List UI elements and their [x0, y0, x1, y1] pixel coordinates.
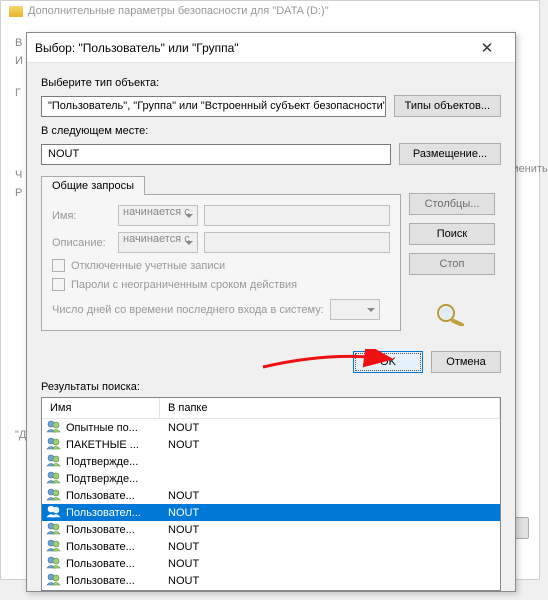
cell-folder: NOUT: [168, 422, 500, 434]
cell-folder: NOUT: [168, 524, 500, 536]
users-group-icon: [46, 487, 62, 504]
cell-folder: NOUT: [168, 558, 500, 570]
users-group-icon: [46, 453, 62, 470]
table-row[interactable]: Подтвержде...: [42, 470, 500, 487]
disabled-accounts-label: Отключенные учетные записи: [71, 260, 225, 272]
object-type-label: Выберите тип объекта:: [41, 77, 501, 89]
description-input[interactable]: [204, 232, 390, 253]
cell-name: Опытные по...: [66, 422, 164, 434]
results-grid: Имя В папке Опытные по... NOUT ПАКЕТНЫЕ …: [41, 397, 501, 591]
users-group-icon: [46, 538, 62, 555]
checkbox-icon: [52, 278, 65, 291]
stop-button[interactable]: Стоп: [409, 253, 495, 275]
folder-icon: [9, 6, 23, 17]
cell-name: Пользовате...: [66, 524, 164, 536]
object-type-field: "Пользователь", "Группа" или "Встроенный…: [41, 96, 386, 117]
users-group-icon: [46, 521, 62, 538]
cell-name: Подтвержде...: [66, 456, 164, 468]
name-input[interactable]: [204, 205, 390, 226]
cell-name: Пользовател...: [66, 507, 164, 519]
parent-titlebar: Дополнительные параметры безопасности дл…: [1, 1, 539, 21]
object-types-button[interactable]: Типы объектов...: [394, 95, 501, 117]
close-icon[interactable]: ✕: [467, 34, 507, 62]
grid-header: Имя В папке: [42, 398, 500, 419]
cell-name: Подтвержде...: [66, 473, 164, 485]
users-group-icon: [46, 555, 62, 572]
find-now-button[interactable]: Поиск: [409, 223, 495, 245]
cell-name: Пользовате...: [66, 558, 164, 570]
cell-folder: NOUT: [168, 490, 500, 502]
cell-folder: NOUT: [168, 575, 500, 587]
magnifier-icon: [409, 302, 495, 326]
checkbox-icon: [52, 259, 65, 272]
table-row[interactable]: ПАКЕТНЫЕ ... NOUT: [42, 436, 500, 453]
users-group-icon: [46, 419, 62, 436]
cell-folder: NOUT: [168, 507, 500, 519]
select-user-or-group-dialog: Выбор: "Пользователь" или "Группа" ✕ Выб…: [26, 32, 516, 592]
location-field: NOUT: [41, 144, 391, 165]
dialog-title: Выбор: "Пользователь" или "Группа": [35, 41, 467, 55]
description-match-combo[interactable]: начинается с: [118, 232, 198, 253]
cell-name: ПАКЕТНЫЕ ...: [66, 439, 164, 451]
description-field-label: Описание:: [52, 237, 112, 249]
table-row[interactable]: Пользовате... NOUT: [42, 487, 500, 504]
tab-body: Имя: начинается с Описание: начинается с…: [41, 194, 401, 331]
columns-button[interactable]: Столбцы...: [409, 193, 495, 215]
table-row[interactable]: Пользовате... NOUT: [42, 538, 500, 555]
cancel-button[interactable]: Отмена: [431, 351, 501, 373]
column-header-name[interactable]: Имя: [42, 398, 160, 418]
non-expiring-label: Пароли с неограниченным сроком действия: [71, 279, 297, 291]
table-row[interactable]: Пользовате... NOUT: [42, 555, 500, 572]
users-group-icon: [46, 572, 62, 589]
days-since-label: Число дней со времени последнего входа в…: [52, 304, 324, 316]
tab-common-queries[interactable]: Общие запросы: [41, 176, 145, 195]
table-row[interactable]: Подтвержде...: [42, 453, 500, 470]
column-header-folder[interactable]: В папке: [160, 398, 500, 418]
non-expiring-row[interactable]: Пароли с неограниченным сроком действия: [52, 278, 390, 291]
disabled-accounts-row[interactable]: Отключенные учетные записи: [52, 259, 390, 272]
table-row[interactable]: Пользовате... NOUT: [42, 572, 500, 589]
table-row[interactable]: Опытные по... NOUT: [42, 419, 500, 436]
locations-button[interactable]: Размещение...: [399, 143, 501, 165]
users-group-icon: [46, 504, 62, 521]
days-combo[interactable]: [330, 299, 380, 320]
users-group-icon: [46, 470, 62, 487]
table-row[interactable]: Пользовател... NOUT: [42, 504, 500, 521]
name-match-combo[interactable]: начинается с: [118, 205, 198, 226]
parent-window-title: Дополнительные параметры безопасности дл…: [28, 5, 329, 17]
dialog-titlebar[interactable]: Выбор: "Пользователь" или "Группа" ✕: [27, 33, 515, 63]
results-label: Результаты поиска:: [41, 381, 501, 393]
cell-name: Пользовате...: [66, 575, 164, 587]
cell-folder: NOUT: [168, 439, 500, 451]
cell-name: Пользовате...: [66, 541, 164, 553]
cell-name: Пользовате...: [66, 490, 164, 502]
users-group-icon: [46, 436, 62, 453]
table-row[interactable]: Пользовате... NOUT: [42, 521, 500, 538]
cell-folder: NOUT: [168, 541, 500, 553]
ok-button[interactable]: OK: [353, 351, 423, 373]
name-field-label: Имя:: [52, 210, 112, 222]
location-label: В следующем месте:: [41, 125, 501, 137]
